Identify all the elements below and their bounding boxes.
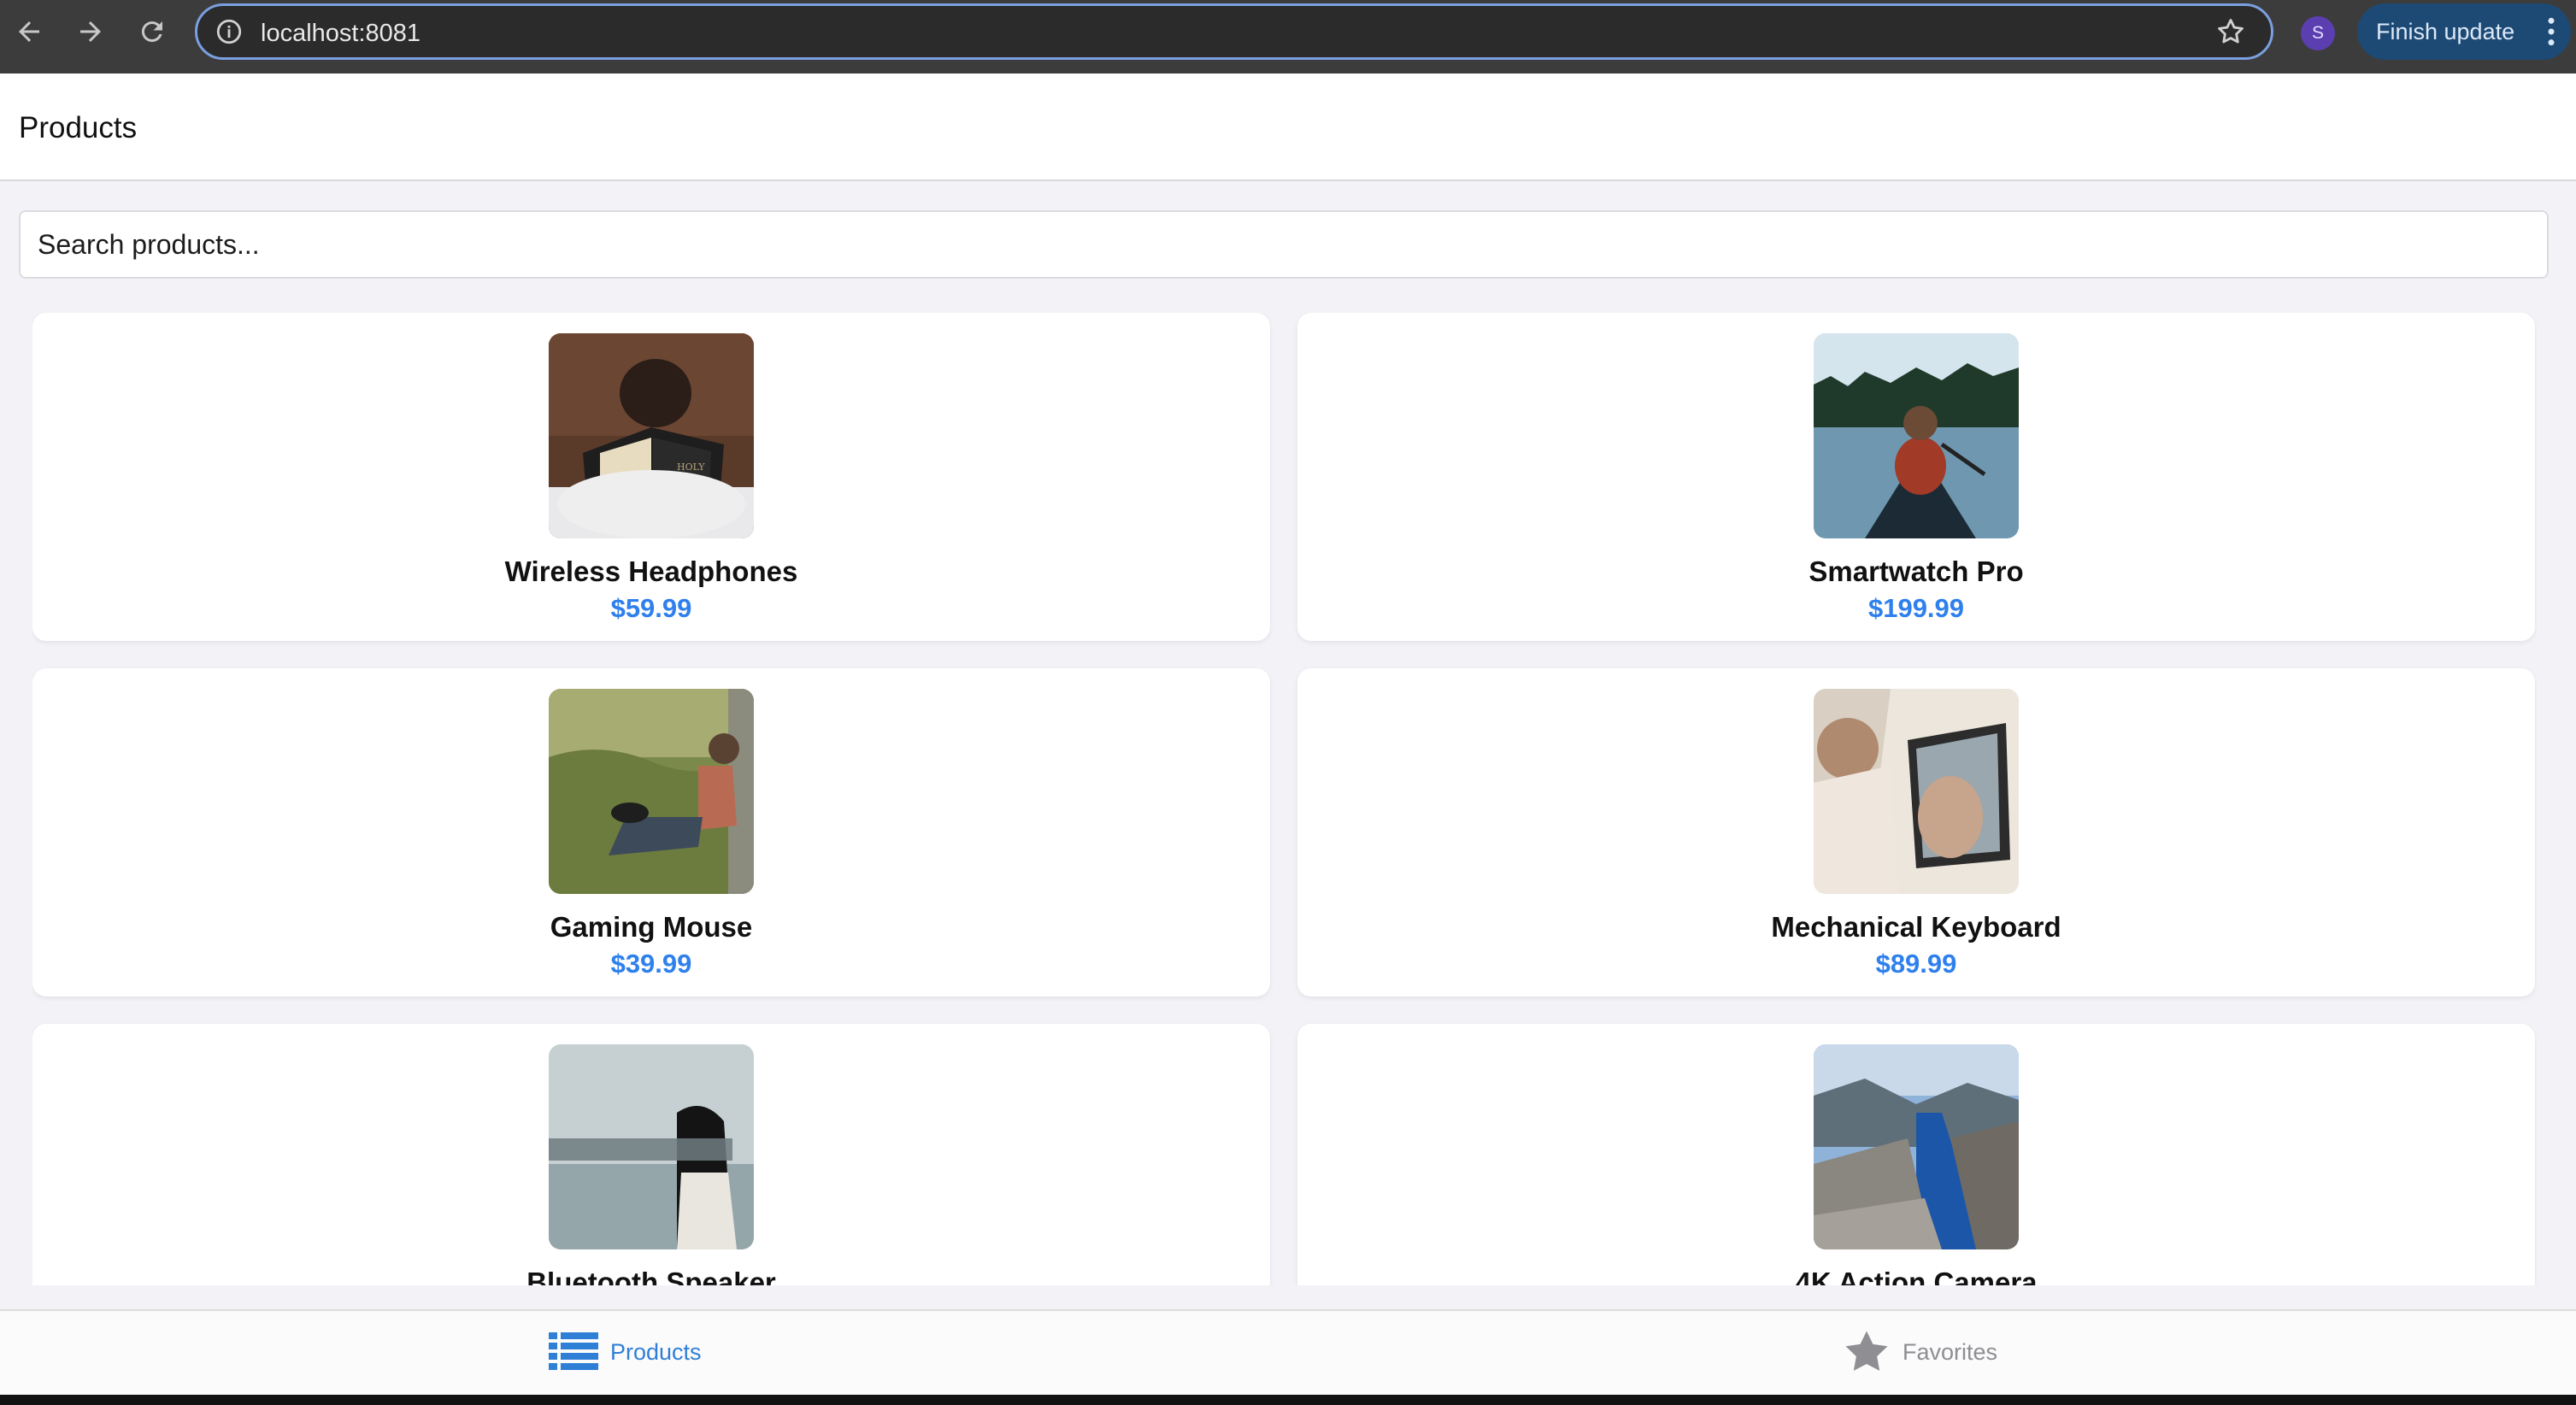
product-card[interactable]: Bluetooth Speaker	[32, 1024, 1270, 1285]
app-screen: Products HOLY Wireless Headphones $5	[0, 73, 2576, 1395]
product-name: 4K Action Camera	[1795, 1267, 2038, 1285]
product-card[interactable]: 4K Action Camera	[1297, 1024, 2535, 1285]
search-input[interactable]	[19, 210, 2549, 279]
address-bar[interactable]: localhost:8081	[195, 3, 2273, 60]
finish-update-label: Finish update	[2376, 18, 2515, 44]
reload-button[interactable]	[132, 11, 173, 52]
product-name: Bluetooth Speaker	[526, 1267, 776, 1285]
product-card[interactable]: Smartwatch Pro $199.99	[1297, 313, 2535, 641]
url-text[interactable]: localhost:8081	[261, 20, 421, 47]
tab-products[interactable]: Products	[549, 1326, 702, 1378]
reload-icon	[141, 21, 162, 43]
arrow-right-icon	[80, 21, 101, 42]
product-name: Wireless Headphones	[504, 556, 798, 587]
product-price: $39.99	[610, 949, 692, 979]
app-header: Products	[0, 73, 2576, 181]
tab-favorites[interactable]: Favorites	[1843, 1326, 1997, 1378]
star-outline-icon[interactable]	[2214, 15, 2247, 48]
product-name: Smartwatch Pro	[1808, 556, 2024, 587]
finish-update-button[interactable]: Finish update	[2357, 3, 2571, 60]
browser-toolbar: localhost:8081 S Finish update	[0, 0, 2576, 73]
product-image	[549, 689, 754, 894]
info-icon[interactable]	[215, 17, 244, 46]
arrow-left-icon	[19, 21, 39, 42]
product-image	[1814, 1044, 2019, 1249]
product-name: Mechanical Keyboard	[1771, 911, 2061, 943]
profile-avatar[interactable]: S	[2301, 16, 2335, 50]
product-price: $199.99	[1867, 593, 1965, 623]
kebab-menu-icon	[2548, 17, 2555, 46]
product-price: $59.99	[610, 593, 692, 623]
star-icon	[1845, 1331, 1888, 1371]
svg-text:HOLY: HOLY	[677, 461, 705, 473]
product-image	[549, 1044, 754, 1249]
tab-favorites-label: Favorites	[1903, 1338, 1998, 1365]
page-title: Products	[19, 111, 138, 144]
product-name: Gaming Mouse	[550, 911, 753, 943]
product-price: $89.99	[1875, 949, 1957, 979]
product-image	[1814, 689, 2019, 894]
window-bottom-edge	[0, 1395, 2576, 1405]
bottom-tab-bar: Products Favorites	[0, 1309, 2576, 1395]
product-image: HOLY	[549, 333, 754, 538]
back-button[interactable]	[9, 11, 50, 52]
product-image	[1814, 333, 2019, 538]
product-card[interactable]: Mechanical Keyboard $89.99	[1297, 668, 2535, 996]
list-icon	[549, 1332, 598, 1370]
product-card[interactable]: HOLY Wireless Headphones $59.99	[32, 313, 1270, 641]
forward-button[interactable]	[70, 11, 111, 52]
product-grid: HOLY Wireless Headphones $59.99 Smartwat…	[32, 313, 2537, 1285]
tab-products-label: Products	[610, 1338, 702, 1365]
product-card[interactable]: Gaming Mouse $39.99	[32, 668, 1270, 996]
